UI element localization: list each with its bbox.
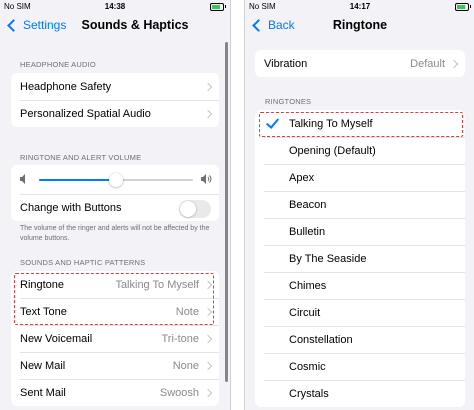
chevron-right-icon [203, 280, 213, 290]
speaker-high-icon [201, 174, 212, 184]
row-label: Text Tone [20, 305, 67, 318]
ringtone-name: Chimes [289, 279, 327, 292]
patterns-group: Ringtone Talking To Myself Text Tone Not… [11, 271, 219, 406]
ringtone-screen: No SIM 14:17 Back Ringtone Vibration Def… [244, 0, 474, 410]
nav-bar: Back Ringtone [245, 14, 474, 40]
volume-slider-row [11, 165, 219, 194]
status-bar: No SIM 14:17 [245, 0, 474, 14]
row-value: None [172, 359, 199, 372]
row-new-mail[interactable]: New Mail None [11, 352, 219, 379]
ringtone-item[interactable]: Opening (Default) [255, 137, 465, 164]
ringtone-item[interactable]: Circuit [255, 299, 465, 326]
row-ringtone[interactable]: Ringtone Talking To Myself [11, 271, 219, 298]
row-change-with-buttons: Change with Buttons [11, 194, 219, 221]
comparison-root: No SIM 14:38 Settings Sounds & Haptics H… [0, 0, 474, 410]
section-header-ringtones: RINGTONES [265, 97, 312, 106]
ringtone-name: Cosmic [289, 360, 326, 373]
chevron-right-icon [449, 59, 459, 69]
speaker-low-icon [20, 174, 25, 184]
chevron-right-icon [203, 82, 213, 92]
row-label: Headphone Safety [20, 80, 112, 93]
volume-slider-fill [39, 179, 116, 181]
section-header-headphone: HEADPHONE AUDIO [20, 60, 96, 69]
page-title: Sounds & Haptics [81, 18, 189, 32]
battery-icon [455, 3, 471, 11]
row-text-tone[interactable]: Text Tone Note [11, 298, 219, 325]
volume-group: Change with Buttons [11, 165, 219, 221]
volume-footnote: The volume of the ringer and alerts will… [20, 225, 210, 242]
ringtone-item[interactable]: Beacon [255, 191, 465, 218]
status-time: 14:17 [349, 2, 371, 11]
ringtone-item[interactable]: Apex [255, 164, 465, 191]
status-time: 14:38 [104, 2, 126, 11]
section-header-volume: RINGTONE AND ALERT VOLUME [20, 153, 142, 162]
ringtone-item[interactable]: Constellation [255, 326, 465, 353]
row-value: Note [175, 305, 199, 318]
status-bar: No SIM 14:38 [0, 0, 230, 14]
row-headphone-safety[interactable]: Headphone Safety [11, 73, 219, 100]
row-vibration[interactable]: Vibration Default [255, 50, 465, 77]
battery-icon [210, 3, 226, 11]
row-value: Talking To Myself [115, 278, 199, 291]
sounds-haptics-screen: No SIM 14:38 Settings Sounds & Haptics H… [0, 0, 231, 410]
chevron-right-icon [203, 388, 213, 398]
row-label: Sent Mail [20, 386, 66, 399]
vibration-group: Vibration Default [255, 50, 465, 77]
row-spatial-audio[interactable]: Personalized Spatial Audio [11, 100, 219, 127]
volume-slider[interactable] [39, 173, 193, 187]
ringtone-item[interactable]: Chimes [255, 272, 465, 299]
row-label: New Voicemail [20, 332, 93, 345]
ringtone-name: Bulletin [289, 225, 326, 238]
ringtone-name: Crystals [289, 387, 329, 400]
row-label: Change with Buttons [20, 201, 122, 214]
ringtone-item[interactable]: By The Seaside [255, 245, 465, 272]
ringtone-name: Circuit [289, 306, 321, 319]
ringtone-item[interactable]: Crystals [255, 380, 465, 407]
ringtone-item[interactable]: Bulletin [255, 218, 465, 245]
row-label: Ringtone [20, 278, 65, 291]
row-label: New Mail [20, 359, 66, 372]
chevron-right-icon [203, 361, 213, 371]
change-with-buttons-toggle[interactable] [179, 200, 211, 218]
ringtone-name: Talking To Myself [289, 117, 373, 130]
ringtone-name: Apex [289, 171, 315, 184]
row-new-voicemail[interactable]: New Voicemail Tri-tone [11, 325, 219, 352]
ringtone-name: Constellation [289, 333, 353, 346]
row-sent-mail[interactable]: Sent Mail Swoosh [11, 379, 219, 406]
row-value: Tri-tone [161, 332, 200, 345]
checkmark-icon [265, 115, 280, 129]
chevron-right-icon [203, 334, 213, 344]
ringtones-list: Talking To Myself Opening (Default) Apex… [255, 110, 465, 407]
volume-slider-knob[interactable] [109, 173, 123, 187]
chevron-right-icon [203, 307, 213, 317]
row-label: Vibration [264, 57, 308, 70]
ringtone-name: Opening (Default) [289, 144, 376, 157]
section-header-patterns: SOUNDS AND HAPTIC PATTERNS [20, 258, 146, 267]
ringtone-name: Beacon [289, 198, 327, 211]
row-value: Swoosh [159, 386, 199, 399]
ringtone-name: By The Seaside [289, 252, 367, 265]
page-title: Ringtone [332, 18, 388, 32]
ringtone-item[interactable]: Cosmic [255, 353, 465, 380]
row-value: Default [410, 57, 445, 70]
chevron-left-icon [7, 18, 20, 32]
chevron-right-icon [203, 109, 213, 119]
ringtone-item-selected[interactable]: Talking To Myself [255, 110, 465, 137]
scrollbar[interactable] [225, 42, 228, 382]
row-label: Personalized Spatial Audio [20, 107, 151, 120]
headphone-group: Headphone Safety Personalized Spatial Au… [11, 73, 219, 127]
nav-bar: Settings Sounds & Haptics [0, 14, 230, 40]
